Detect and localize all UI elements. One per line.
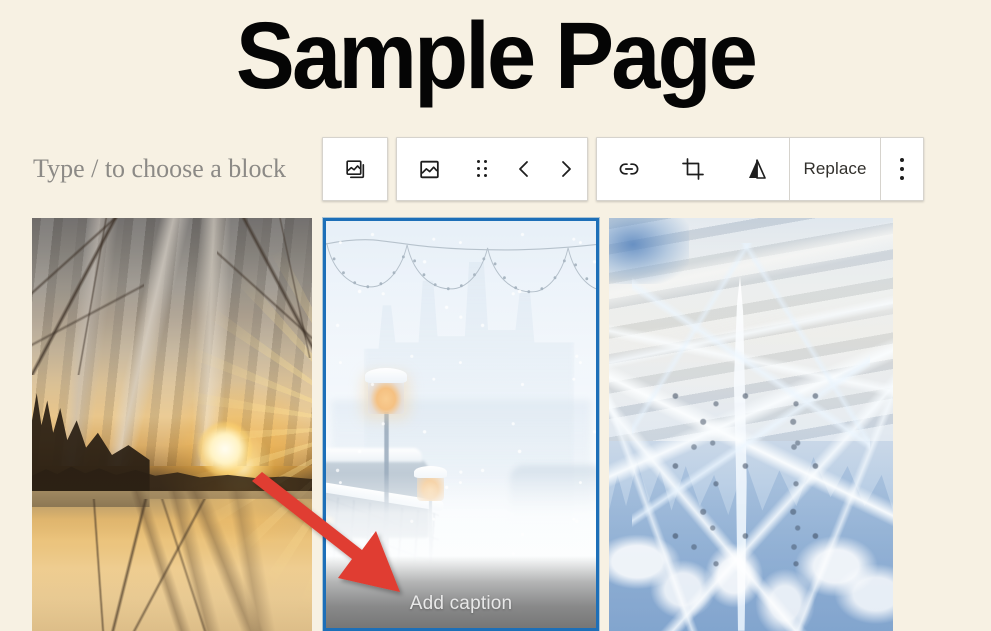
replace-button[interactable]: Replace <box>790 138 880 200</box>
drag-dots-icon-glyph <box>476 160 488 178</box>
image-frost-tree-media <box>609 218 893 631</box>
crop-icon-glyph <box>680 156 706 182</box>
sunset-branch-top-right <box>216 218 312 359</box>
caption-bar[interactable]: Add caption <box>326 556 596 628</box>
block-toolbar: Replace <box>322 137 924 201</box>
chevron-left-icon-glyph <box>514 158 534 180</box>
drag-handle-icon[interactable] <box>461 138 503 200</box>
image-winter-sunset-media <box>32 218 312 631</box>
caption-placeholder[interactable]: Add caption <box>410 593 513 615</box>
toolbar-group-block-controls <box>396 137 588 201</box>
photo-winter-sunset <box>32 218 312 631</box>
link-icon[interactable] <box>597 138 661 200</box>
image-winter-sunset[interactable] <box>32 218 312 631</box>
image-frost-tree[interactable] <box>609 218 893 631</box>
frost-dark-foliage-specks <box>660 374 854 598</box>
triangle-filter-icon-glyph <box>744 156 770 182</box>
ellipsis-vertical-icon-glyph <box>900 158 904 180</box>
crop-icon[interactable] <box>661 138 725 200</box>
replace-button-label: Replace <box>803 159 867 178</box>
photo-frost-tree <box>609 218 893 631</box>
block-placeholder-text[interactable]: Type / to choose a block <box>33 152 286 186</box>
more-options-icon[interactable] <box>881 138 923 200</box>
image-blizzard-street[interactable]: Add caption <box>323 218 599 631</box>
sunset-foreground-shrub <box>43 498 217 631</box>
sunset-branch-top-left <box>32 218 144 375</box>
chevron-right-icon-glyph <box>556 158 576 180</box>
gallery-icon[interactable] <box>323 138 387 200</box>
duotone-filter-icon[interactable] <box>725 138 789 200</box>
gallery-block: Add caption <box>0 218 991 631</box>
gallery-icon-glyph <box>343 157 368 182</box>
toolbar-group-parent-block <box>322 137 388 201</box>
move-right-icon[interactable] <box>545 138 587 200</box>
link-icon-glyph <box>616 156 642 182</box>
page-title: Sample Page <box>235 3 758 109</box>
image-block-icon[interactable] <box>397 138 461 200</box>
move-left-icon[interactable] <box>503 138 545 200</box>
toolbar-group-image-tools: Replace <box>596 137 924 201</box>
image-icon-glyph <box>417 157 442 182</box>
